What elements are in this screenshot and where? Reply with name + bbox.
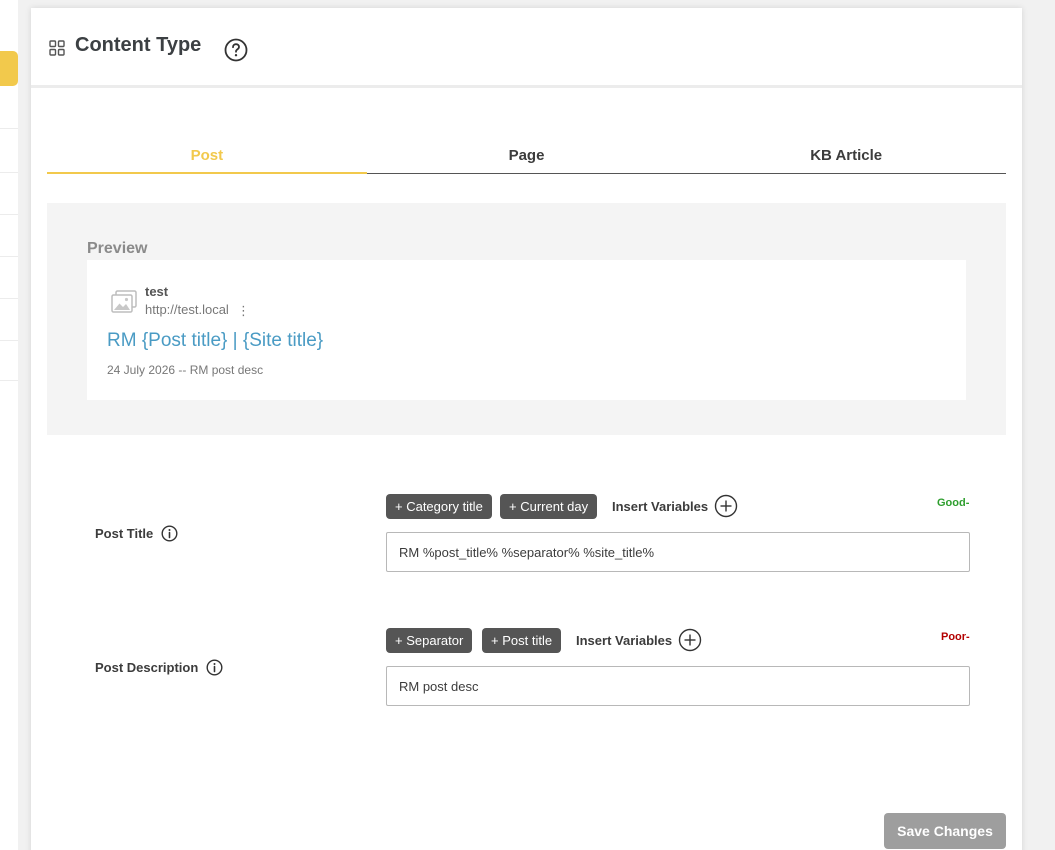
sidebar-divider xyxy=(0,214,18,215)
sidebar-divider xyxy=(0,380,18,381)
tab-page[interactable]: Page xyxy=(367,140,687,173)
help-icon[interactable] xyxy=(224,38,248,62)
search-result-preview: test http://test.local ⋮ RM {Post title}… xyxy=(87,260,966,400)
preview-panel: Preview test http://test.local ⋮ RM {Pos… xyxy=(47,203,1006,435)
post-description-label: Post Description xyxy=(95,659,223,676)
add-separator-chip[interactable]: + Separator xyxy=(386,628,473,653)
more-vertical-icon: ⋮ xyxy=(237,303,250,318)
post-description-score-badge: Poor- xyxy=(941,631,970,643)
save-changes-button[interactable]: Save Changes xyxy=(884,813,1006,849)
preview-title: RM {Post title} | {Site title} xyxy=(107,330,324,351)
post-description-label-text: Post Description xyxy=(95,660,199,675)
post-title-insert-variables[interactable]: Insert Variables xyxy=(612,494,738,518)
post-title-label: Post Title xyxy=(95,525,178,542)
preview-site-name: test xyxy=(145,284,169,299)
sidebar-divider xyxy=(0,172,18,173)
plus-circle-icon[interactable] xyxy=(714,494,738,518)
sidebar-divider xyxy=(0,340,18,341)
sidebar-divider xyxy=(0,128,18,129)
tab-post[interactable]: Post xyxy=(47,140,367,174)
preview-label: Preview xyxy=(87,240,148,257)
post-title-label-text: Post Title xyxy=(95,526,154,541)
post-description-insert-variables[interactable]: Insert Variables xyxy=(576,628,702,652)
add-category-title-chip[interactable]: + Category title xyxy=(386,494,492,519)
image-placeholder-icon xyxy=(111,290,137,313)
plus-circle-icon[interactable] xyxy=(678,628,702,652)
preview-site-url: http://test.local xyxy=(145,302,229,317)
add-current-day-chip[interactable]: + Current day xyxy=(500,494,598,519)
tab-kb-article[interactable]: KB Article xyxy=(686,140,1006,173)
post-description-input[interactable] xyxy=(386,666,970,706)
card-header: Content Type xyxy=(31,8,1022,88)
grid-icon xyxy=(49,40,65,56)
sidebar-active-item[interactable] xyxy=(0,51,18,86)
sidebar-strip xyxy=(0,0,18,850)
info-icon[interactable] xyxy=(161,525,178,542)
content-type-tabs: Post Page KB Article xyxy=(47,140,1006,174)
insert-variables-label: Insert Variables xyxy=(576,632,673,648)
post-title-score-badge: Good- xyxy=(937,497,970,509)
sidebar-divider xyxy=(0,298,18,299)
sidebar-divider xyxy=(0,256,18,257)
info-icon[interactable] xyxy=(206,659,223,676)
add-post-title-chip[interactable]: + Post title xyxy=(482,628,562,653)
preview-description: 24 July 2026 -- RM post desc xyxy=(107,363,264,377)
insert-variables-label: Insert Variables xyxy=(612,498,709,514)
post-title-input[interactable] xyxy=(386,532,970,572)
page-title: Content Type xyxy=(75,34,202,56)
content-type-card: Content Type Post Page KB Article Previe… xyxy=(31,8,1022,850)
